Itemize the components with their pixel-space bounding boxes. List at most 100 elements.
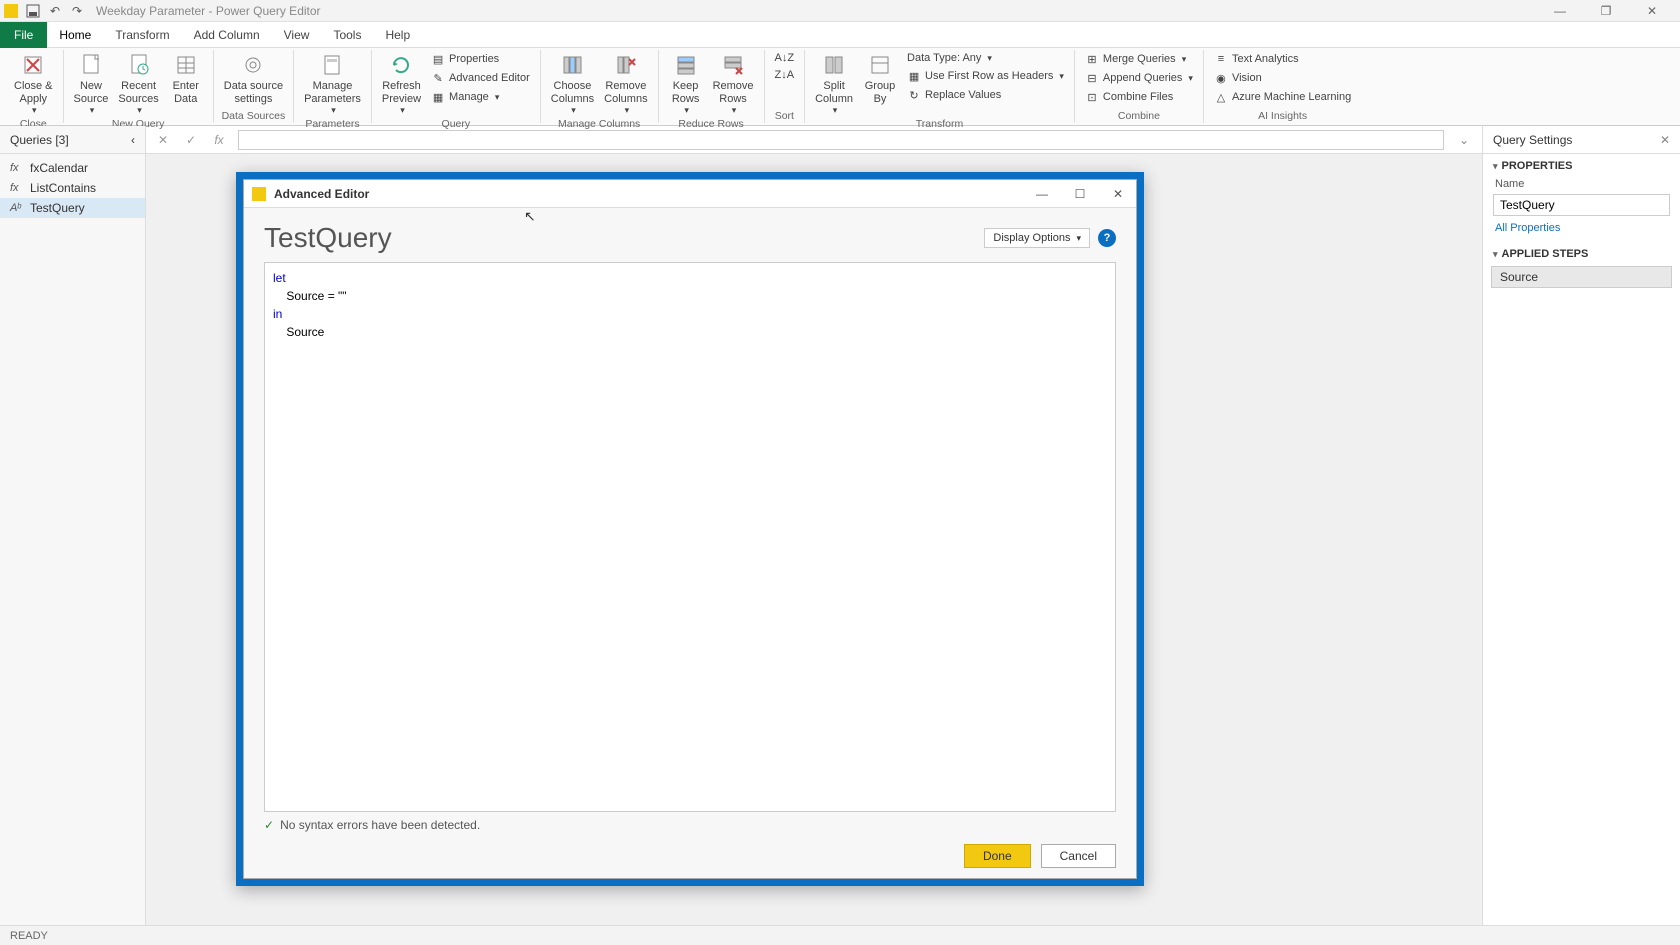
enter-data-button[interactable]: Enter Data [165, 50, 207, 107]
tab-transform[interactable]: Transform [103, 23, 181, 47]
azure-ml-button[interactable]: △Azure Machine Learning [1210, 88, 1355, 106]
keep-rows-button[interactable]: Keep Rows▾ [665, 50, 707, 118]
formula-input[interactable] [238, 130, 1444, 150]
split-column-icon [821, 52, 847, 78]
query-name-heading: TestQuery [264, 222, 392, 254]
formula-commit-button[interactable]: ✓ [182, 133, 200, 147]
undo-icon[interactable]: ↶ [46, 2, 64, 20]
remove-rows-button[interactable]: Remove Rows▾ [709, 50, 758, 118]
code-editor[interactable]: let Source = "" in Source [264, 262, 1116, 812]
properties-button[interactable]: ▤Properties [427, 50, 534, 68]
status-text: READY [10, 930, 48, 942]
refresh-preview-button[interactable]: Refresh Preview▾ [378, 50, 425, 118]
formula-cancel-button[interactable]: ✕ [154, 133, 172, 147]
tab-help[interactable]: Help [373, 23, 422, 47]
gear-icon [240, 52, 266, 78]
window-title: Weekday Parameter - Power Query Editor [96, 4, 321, 18]
formula-bar-row: Queries [3] ‹ ✕ ✓ fx ⌄ Query Settings ✕ [0, 126, 1680, 154]
close-apply-icon [20, 52, 46, 78]
group-by-button[interactable]: Group By [859, 50, 901, 107]
vision-button[interactable]: ◉Vision [1210, 69, 1355, 87]
done-button[interactable]: Done [964, 844, 1031, 868]
headers-icon: ▦ [907, 69, 921, 83]
close-apply-button[interactable]: Close & Apply▾ [10, 50, 57, 118]
dialog-title: Advanced Editor [274, 187, 369, 201]
close-settings-button[interactable]: ✕ [1660, 133, 1670, 147]
properties-icon: ▤ [431, 52, 445, 66]
minimize-button[interactable]: — [1546, 2, 1574, 20]
data-source-settings-button[interactable]: Data source settings [220, 50, 287, 107]
properties-section-header[interactable]: PROPERTIES [1483, 154, 1680, 176]
choose-columns-button[interactable]: Choose Columns▾ [547, 50, 598, 118]
name-input[interactable] [1493, 194, 1670, 216]
sort-desc-button[interactable]: Z↓A [771, 67, 799, 83]
choose-columns-icon [559, 52, 585, 78]
syntax-status: ✓ No syntax errors have been detected. [264, 812, 1116, 838]
remove-columns-icon [613, 52, 639, 78]
remove-columns-button[interactable]: Remove Columns▾ [600, 50, 651, 118]
replace-values-button[interactable]: ↻Replace Values [903, 86, 1068, 104]
data-type-button[interactable]: Data Type: Any▾ [903, 50, 1068, 66]
query-item[interactable]: fx fxCalendar [0, 158, 145, 178]
new-source-icon [78, 52, 104, 78]
text-analytics-icon: ≡ [1214, 52, 1228, 66]
dialog-maximize-button[interactable]: ☐ [1070, 187, 1090, 201]
parameters-icon [319, 52, 345, 78]
check-icon: ✓ [264, 818, 274, 832]
applied-steps-section-header[interactable]: APPLIED STEPS [1483, 242, 1680, 264]
sort-desc-icon: Z↓A [775, 69, 795, 81]
query-item-label: TestQuery [30, 201, 85, 215]
combine-files-button[interactable]: ⊡Combine Files [1081, 88, 1197, 106]
merge-icon: ⊞ [1085, 52, 1099, 66]
tab-view[interactable]: View [272, 23, 322, 47]
tab-add-column[interactable]: Add Column [182, 23, 272, 47]
query-item-label: ListContains [30, 181, 96, 195]
dialog-titlebar[interactable]: Advanced Editor — ☐ ✕ [244, 180, 1136, 208]
query-item-label: fxCalendar [30, 161, 88, 175]
save-icon[interactable] [24, 2, 42, 20]
append-queries-button[interactable]: ⊟Append Queries▾ [1081, 69, 1197, 87]
cancel-button[interactable]: Cancel [1041, 844, 1116, 868]
keep-rows-icon [673, 52, 699, 78]
app-icon [252, 187, 266, 201]
query-item[interactable]: fx ListContains [0, 178, 145, 198]
remove-rows-icon [720, 52, 746, 78]
function-icon: fx [10, 162, 24, 174]
manage-parameters-button[interactable]: Manage Parameters▾ [300, 50, 365, 118]
sort-asc-icon: A↓Z [775, 52, 795, 64]
combine-icon: ⊡ [1085, 90, 1099, 104]
recent-sources-button[interactable]: Recent Sources▾ [114, 50, 162, 118]
azure-ml-icon: △ [1214, 90, 1228, 104]
close-button[interactable]: ✕ [1638, 2, 1666, 20]
split-column-button[interactable]: Split Column▾ [811, 50, 857, 118]
name-label: Name [1483, 176, 1680, 192]
dialog-minimize-button[interactable]: — [1032, 187, 1052, 201]
query-item[interactable]: Aᵇ TestQuery [0, 198, 145, 218]
manage-button[interactable]: ▦Manage▾ [427, 88, 534, 106]
tab-home[interactable]: Home [47, 23, 103, 47]
formula-expand-button[interactable]: ⌄ [1454, 133, 1474, 147]
query-settings-panel: PROPERTIES Name All Properties APPLIED S… [1482, 154, 1680, 925]
merge-queries-button[interactable]: ⊞Merge Queries▾ [1081, 50, 1197, 68]
tab-file[interactable]: File [0, 22, 47, 48]
new-source-button[interactable]: New Source▾ [70, 50, 113, 118]
maximize-button[interactable]: ❐ [1592, 2, 1620, 20]
first-row-headers-button[interactable]: ▦Use First Row as Headers▾ [903, 67, 1068, 85]
tab-tools[interactable]: Tools [321, 23, 373, 47]
window-titlebar: ↶ ↷ Weekday Parameter - Power Query Edit… [0, 0, 1680, 22]
recent-sources-icon [126, 52, 152, 78]
all-properties-link[interactable]: All Properties [1483, 220, 1680, 242]
applied-step-item[interactable]: Source [1491, 266, 1672, 288]
sort-asc-button[interactable]: A↓Z [771, 50, 799, 66]
dialog-close-button[interactable]: ✕ [1108, 187, 1128, 201]
display-options-button[interactable]: Display Options▾ [984, 228, 1090, 248]
enter-data-icon [173, 52, 199, 78]
query-icon: Aᵇ [10, 202, 24, 214]
refresh-icon [388, 52, 414, 78]
collapse-queries-button[interactable]: ‹ [131, 133, 135, 147]
redo-icon[interactable]: ↷ [68, 2, 86, 20]
advanced-editor-button[interactable]: ✎Advanced Editor [427, 69, 534, 87]
formula-fx-button[interactable]: fx [210, 133, 228, 147]
help-button[interactable]: ? [1098, 229, 1116, 247]
text-analytics-button[interactable]: ≡Text Analytics [1210, 50, 1355, 68]
